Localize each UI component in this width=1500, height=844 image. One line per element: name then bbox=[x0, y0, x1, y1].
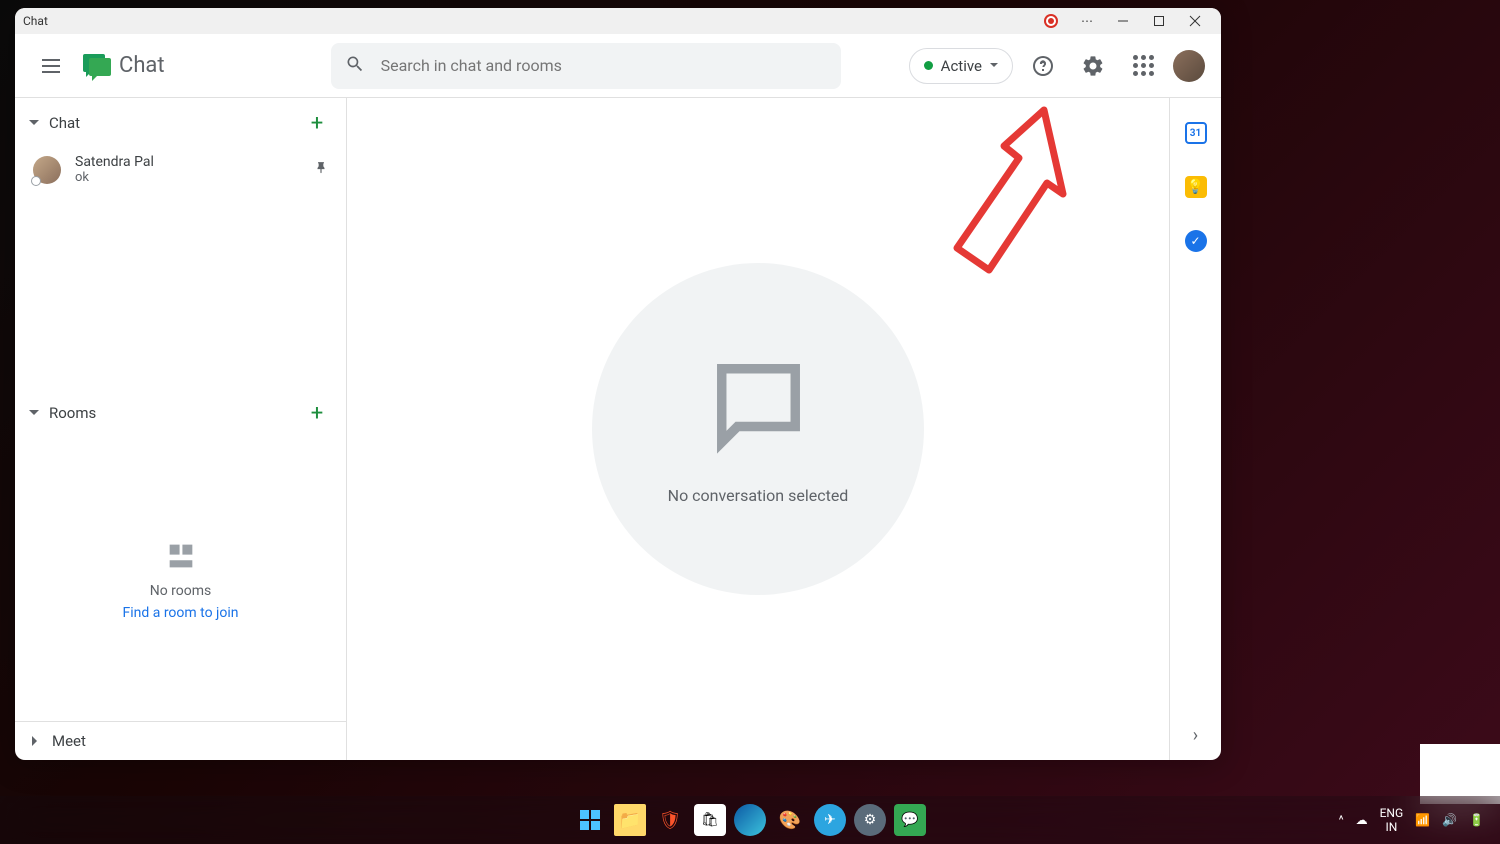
titlebar: Chat ⋯ bbox=[15, 8, 1221, 34]
search-input[interactable] bbox=[381, 56, 827, 75]
white-block bbox=[1420, 744, 1500, 804]
minimize-button[interactable] bbox=[1105, 8, 1141, 34]
app-header: Chat Active bbox=[15, 34, 1221, 98]
settings-icon[interactable]: ⚙ bbox=[854, 804, 886, 836]
rooms-empty-text: No rooms bbox=[150, 583, 212, 599]
window-title: Chat bbox=[23, 14, 48, 28]
chat-app-icon[interactable]: 💬 bbox=[894, 804, 926, 836]
main-content: No conversation selected bbox=[347, 98, 1169, 760]
main-menu-button[interactable] bbox=[31, 46, 71, 86]
new-room-button[interactable]: + bbox=[302, 398, 332, 428]
tray-expand-icon[interactable]: ^ bbox=[1339, 813, 1344, 827]
rooms-icon bbox=[164, 539, 198, 577]
start-button[interactable] bbox=[574, 804, 606, 836]
meet-section-label: Meet bbox=[52, 732, 332, 750]
hamburger-icon bbox=[42, 59, 60, 73]
status-text: Active bbox=[941, 57, 982, 75]
chevron-right-icon bbox=[32, 736, 42, 746]
tasks-app-icon[interactable]: ✓ bbox=[1185, 230, 1207, 252]
sidebar: Chat + Satendra Pal ok Roo bbox=[15, 98, 347, 760]
app-title: Chat bbox=[119, 53, 165, 78]
empty-state: No conversation selected bbox=[592, 263, 924, 595]
chevron-down-icon bbox=[990, 63, 998, 71]
chat-logo-icon bbox=[83, 54, 111, 78]
help-button[interactable] bbox=[1023, 46, 1063, 86]
contact-preview: ok bbox=[75, 170, 300, 185]
side-panel: 31 💡 ✓ › bbox=[1169, 98, 1221, 760]
chat-section-label: Chat bbox=[49, 114, 292, 132]
chat-bubble-icon bbox=[706, 353, 811, 462]
apps-button[interactable] bbox=[1123, 46, 1163, 86]
wifi-icon[interactable]: 📶 bbox=[1415, 813, 1430, 827]
empty-state-text: No conversation selected bbox=[668, 486, 849, 505]
rooms-empty-state: No rooms Find a room to join bbox=[15, 438, 346, 721]
chevron-down-icon bbox=[29, 410, 39, 420]
keep-app-icon[interactable]: 💡 bbox=[1185, 176, 1207, 198]
status-selector[interactable]: Active bbox=[909, 48, 1013, 84]
apps-grid-icon bbox=[1133, 55, 1154, 76]
titlebar-notification-icon[interactable] bbox=[1033, 8, 1069, 34]
rooms-section-header[interactable]: Rooms + bbox=[15, 388, 346, 438]
rooms-section-label: Rooms bbox=[49, 404, 292, 422]
new-chat-button[interactable]: + bbox=[302, 108, 332, 138]
contact-avatar bbox=[33, 156, 61, 184]
maximize-button[interactable] bbox=[1141, 8, 1177, 34]
telegram-icon[interactable]: ✈ bbox=[814, 804, 846, 836]
search-icon bbox=[345, 54, 365, 78]
meet-section-header[interactable]: Meet bbox=[15, 722, 346, 760]
paint-icon[interactable]: 🎨 bbox=[774, 804, 806, 836]
language-selector[interactable]: ENG IN bbox=[1380, 806, 1404, 835]
battery-icon[interactable]: 🔋 bbox=[1469, 813, 1484, 827]
help-icon bbox=[1031, 54, 1055, 78]
sidepanel-toggle[interactable]: › bbox=[1193, 725, 1198, 746]
app-window: Chat ⋯ Chat Active bbox=[15, 8, 1221, 760]
status-dot-icon bbox=[924, 61, 933, 70]
file-explorer-icon[interactable]: 📁 bbox=[614, 804, 646, 836]
search-box[interactable] bbox=[331, 43, 841, 89]
taskbar: 📁 🛡 🛍 🎨 ✈ ⚙ 💬 ^ ☁ ENG IN 📶 🔊 🔋 bbox=[0, 796, 1500, 844]
gear-icon bbox=[1081, 54, 1105, 78]
edge-icon[interactable] bbox=[734, 804, 766, 836]
find-room-link[interactable]: Find a room to join bbox=[122, 605, 238, 621]
calendar-app-icon[interactable]: 31 bbox=[1185, 122, 1207, 144]
settings-button[interactable] bbox=[1073, 46, 1113, 86]
pin-icon[interactable] bbox=[314, 160, 328, 179]
volume-icon[interactable]: 🔊 bbox=[1442, 813, 1457, 827]
store-icon[interactable]: 🛍 bbox=[694, 804, 726, 836]
contact-name: Satendra Pal bbox=[75, 154, 300, 170]
onedrive-icon[interactable]: ☁ bbox=[1356, 813, 1368, 827]
close-button[interactable] bbox=[1177, 8, 1213, 34]
brave-icon[interactable]: 🛡 bbox=[654, 804, 686, 836]
arrow-annotation bbox=[919, 98, 1079, 302]
chat-list-item[interactable]: Satendra Pal ok bbox=[15, 148, 346, 191]
more-icon[interactable]: ⋯ bbox=[1069, 8, 1105, 34]
chat-logo[interactable]: Chat bbox=[83, 53, 165, 78]
chevron-down-icon bbox=[29, 120, 39, 130]
user-avatar[interactable] bbox=[1173, 50, 1205, 82]
chat-section-header[interactable]: Chat + bbox=[15, 98, 346, 148]
